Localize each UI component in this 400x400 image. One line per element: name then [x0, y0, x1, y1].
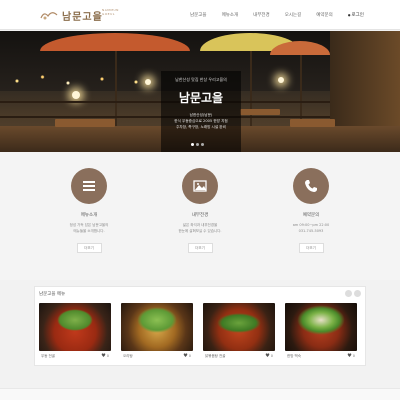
menu-card[interactable]: 오리탕 ♥0: [121, 303, 193, 361]
food-photo: [203, 303, 275, 351]
site-header: 남문고을 NAMMUN GOEUL 남문고을 메뉴소개 내부전경 오시는길 예약…: [0, 0, 400, 30]
feature-title: 예약문의: [302, 213, 320, 218]
hero-caption-box: 남한산성 맛집 한상 우리고을의 남문고을 남한산성(남문) 한식 우동중심으로…: [161, 71, 241, 152]
table: [55, 119, 115, 127]
menu-list-icon[interactable]: [71, 168, 107, 204]
like-count: 0: [188, 354, 191, 358]
hero-title: 남문고을: [178, 91, 224, 105]
card-info: 우동 전골 ♥0: [39, 353, 111, 361]
hero-text-line: 주차장, 족구장, 노래방 시설 완비: [176, 125, 226, 129]
like-count: 0: [352, 354, 355, 358]
nav-item-interior[interactable]: 내부전경: [253, 12, 270, 18]
food-photo: [285, 303, 357, 351]
heart-icon[interactable]: ♥0: [347, 353, 355, 359]
slider-dot[interactable]: [196, 143, 199, 146]
logo-mark-icon: [40, 9, 58, 21]
food-photo: [121, 303, 193, 351]
heart-icon[interactable]: ♥0: [101, 353, 109, 359]
table: [240, 109, 280, 115]
table: [290, 119, 335, 127]
menu-card[interactable]: 닭볶음탕 전골 ♥0: [203, 303, 275, 361]
hero-slider: 남한산성 맛집 한상 우리고을의 남문고을 남한산성(남문) 한식 우동중심으로…: [0, 31, 400, 152]
hero-tagline: 남한산성 맛집 한상 우리고을의: [175, 77, 227, 82]
heart-icon[interactable]: ♥0: [265, 353, 273, 359]
lamp: [72, 91, 80, 99]
lamp: [278, 77, 284, 83]
features-section: 메뉴소개 정성 가득 담은 남문고을의 메뉴들을 소개합니다. 더보기 내부전경…: [0, 152, 400, 280]
logo-subtitle: NAMMUN GOEUL: [102, 8, 119, 16]
image-gallery-icon[interactable]: [182, 168, 218, 204]
gallery-title: 남문고을 메뉴: [39, 292, 66, 297]
menu-card[interactable]: 한방 백숙 ♥0: [285, 303, 357, 361]
feature-desc: am 09:00~pm 22:00 031-745-5093: [266, 223, 356, 234]
main-nav: 남문고을 메뉴소개 내부전경 오시는길 예약문의 로그인: [190, 0, 379, 30]
nav-item-menu[interactable]: 메뉴소개: [222, 12, 239, 18]
more-button[interactable]: 더보기: [76, 243, 102, 253]
umbrella-pole: [300, 55, 302, 125]
logo-text: 남문고을: [62, 11, 103, 23]
feature-title: 메뉴소개: [80, 213, 98, 218]
feature-reservation: 예약문의 am 09:00~pm 22:00 031-745-5093 더보기: [266, 168, 356, 253]
like-count: 0: [270, 354, 273, 358]
menu-card[interactable]: 우동 전골 ♥0: [39, 303, 111, 361]
feature-interior: 내부전경 넓은 좌석과 내부전경을 한눈에 살펴보실 수 있습니다. 더보기: [155, 168, 245, 253]
slider-dot[interactable]: [191, 143, 194, 146]
feature-title: 내부전경: [191, 213, 209, 218]
more-button[interactable]: 더보기: [298, 243, 324, 253]
gallery-nav: [343, 290, 361, 297]
card-info: 닭볶음탕 전골 ♥0: [203, 353, 275, 361]
phone-icon[interactable]: [293, 168, 329, 204]
card-name: 닭볶음탕 전골: [205, 354, 226, 358]
card-name: 오리탕: [123, 354, 133, 358]
next-arrow-icon[interactable]: [354, 290, 361, 297]
nav-item-about[interactable]: 남문고을: [190, 12, 207, 18]
card-name: 우동 전골: [41, 354, 55, 358]
like-count: 0: [106, 354, 109, 358]
food-photo: [39, 303, 111, 351]
footer-band: [0, 388, 400, 400]
feature-desc: 정성 가득 담은 남문고을의 메뉴들을 소개합니다.: [44, 223, 134, 234]
slider-dots: [191, 143, 206, 146]
card-info: 오리탕 ♥0: [121, 353, 193, 361]
logo[interactable]: 남문고을 NAMMUN GOEUL: [40, 5, 118, 25]
feature-desc: 넓은 좌석과 내부전경을 한눈에 살펴보실 수 있습니다.: [155, 223, 245, 234]
nav-item-directions[interactable]: 오시는길: [285, 12, 302, 18]
login-link[interactable]: 로그인: [348, 12, 363, 18]
card-name: 한방 백숙: [287, 354, 301, 358]
feature-desc-line: 메뉴들을 소개합니다.: [73, 228, 105, 233]
slider-dot[interactable]: [201, 143, 204, 146]
nav-item-reservation[interactable]: 예약문의: [316, 12, 333, 18]
feature-desc-line: 031-745-5093: [298, 228, 324, 233]
lamp: [145, 79, 151, 85]
more-button[interactable]: 더보기: [187, 243, 213, 253]
feature-menu: 메뉴소개 정성 가득 담은 남문고을의 메뉴들을 소개합니다. 더보기: [44, 168, 134, 253]
prev-arrow-icon[interactable]: [345, 290, 352, 297]
card-info: 한방 백숙 ♥0: [285, 353, 357, 361]
feature-desc-line: 한눈에 살펴보실 수 있습니다.: [178, 228, 222, 233]
umbrella-pole: [115, 51, 117, 131]
heart-icon[interactable]: ♥0: [183, 353, 191, 359]
menu-gallery: 남문고을 메뉴 우동 전골 ♥0 오리탕 ♥0 닭볶음탕 전골 ♥0 한방 백숙…: [34, 286, 366, 366]
